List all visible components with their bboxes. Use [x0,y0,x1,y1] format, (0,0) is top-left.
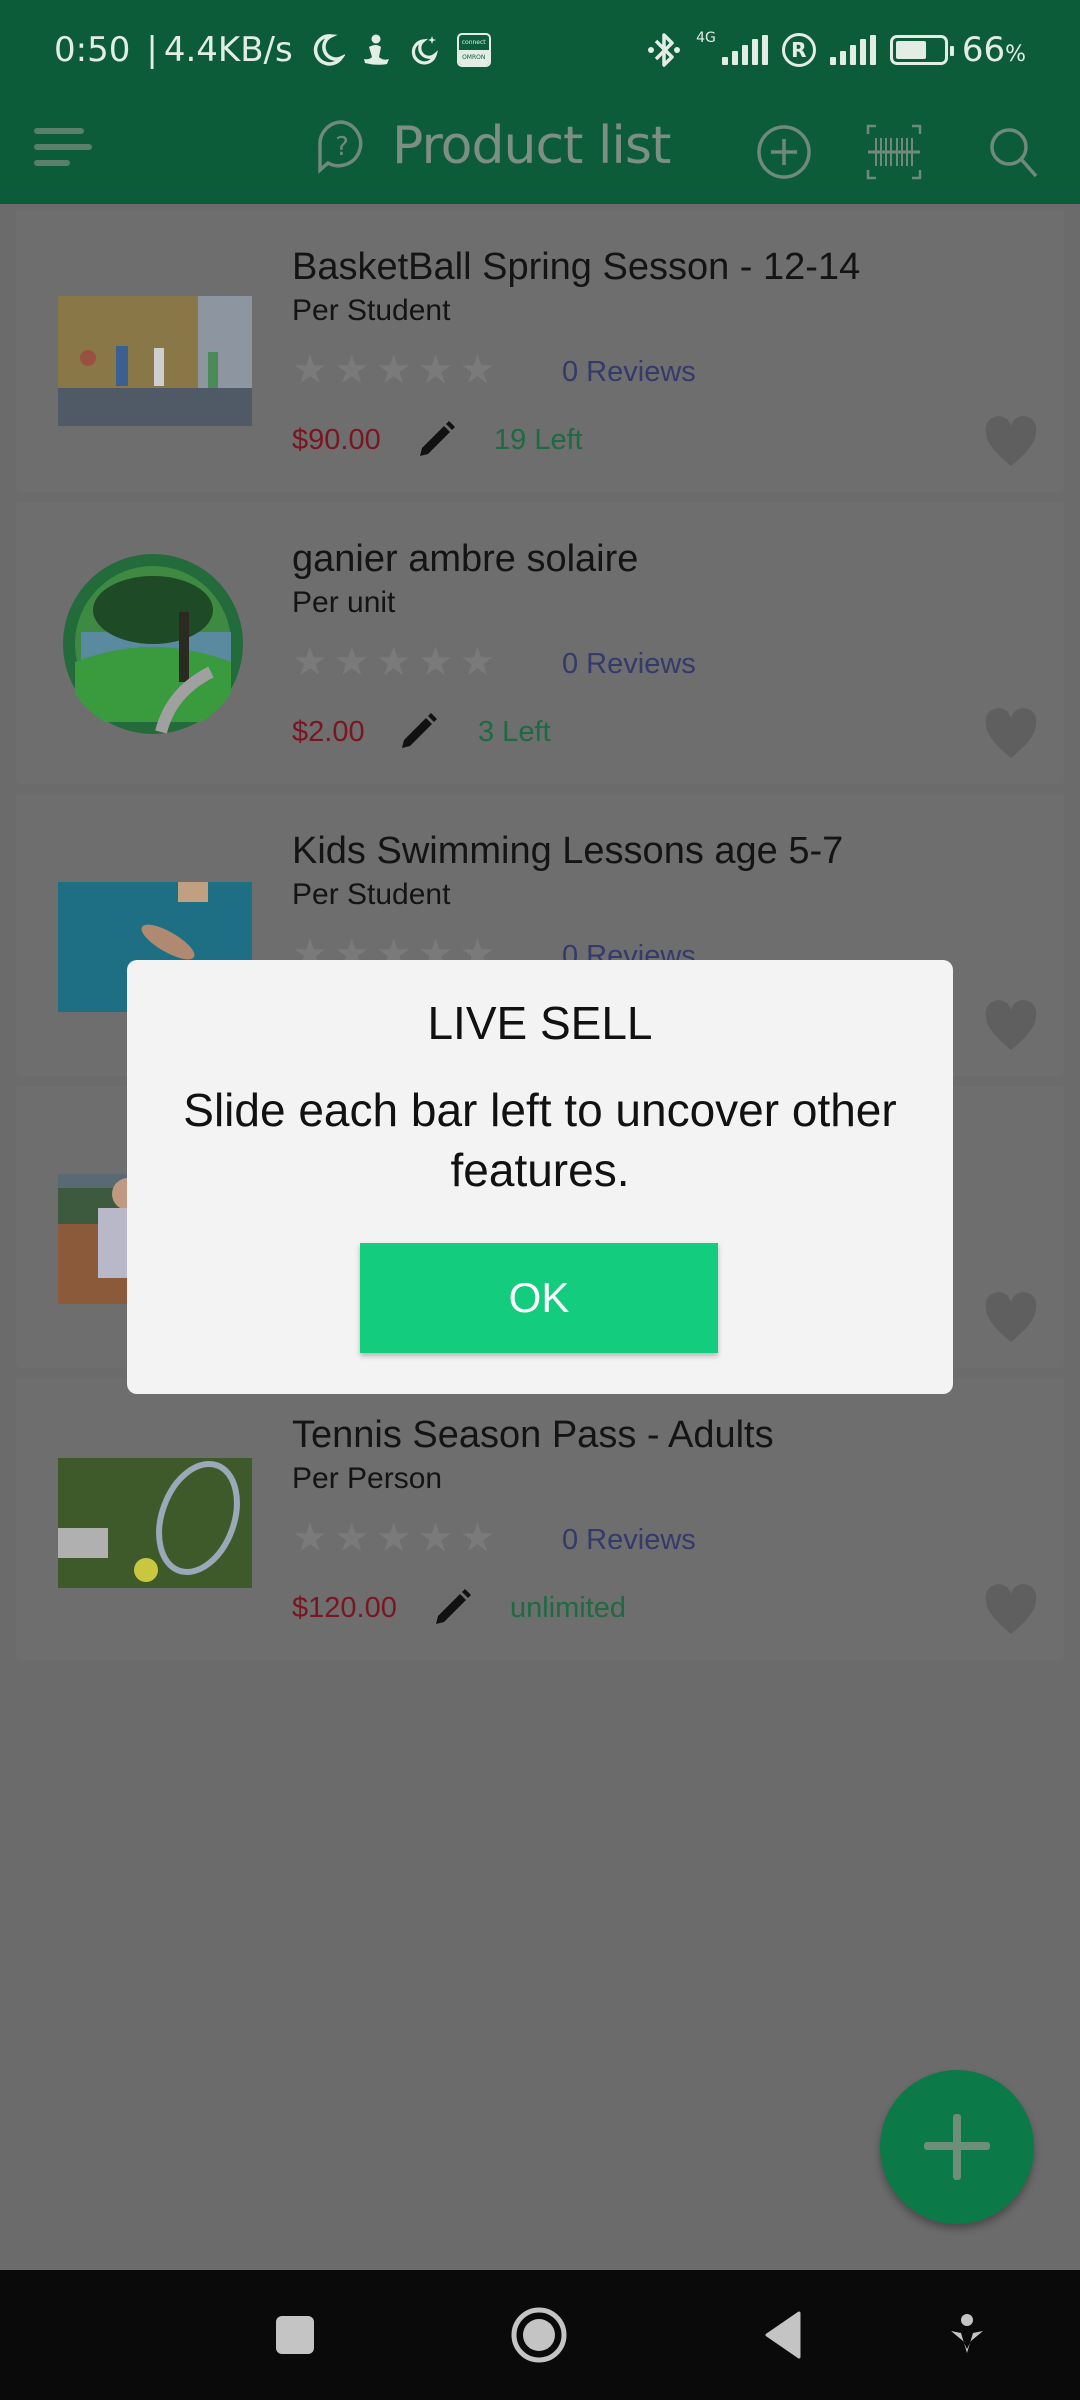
rating-stars: ★ ★ ★ ★ ★ [292,350,495,390]
favorite-heart-icon[interactable] [984,1000,1038,1052]
stock-left: 3 Left [478,716,551,748]
star-icon: ★ [333,640,370,684]
recents-button[interactable] [260,2300,330,2370]
add-product-fab[interactable] [880,2070,1034,2224]
battery-percent: 66% [962,30,1026,70]
rating-stars: ★ ★ ★ ★ ★ [292,1518,495,1558]
product-price: $2.00 [292,716,365,748]
svg-text:?: ? [335,132,349,162]
favorite-heart-icon[interactable] [984,708,1038,760]
network-type: 4G [696,30,716,46]
status-time: 0:50 [54,30,131,70]
favorite-heart-icon[interactable] [984,1584,1038,1636]
bluetooth-icon [648,33,681,67]
product-card[interactable]: Tennis Season Pass - Adults Per Person ★… [16,1378,1064,1660]
system-nav-bar [0,2270,1080,2400]
product-card[interactable]: BasketBall Spring Sesson - 12-14 Per Stu… [16,210,1064,492]
moon-icon [313,34,345,66]
star-icon: ★ [459,348,496,392]
favorite-heart-icon[interactable] [984,416,1038,468]
accessibility-icon [951,2314,983,2353]
omron-bottom-label: OMRON [458,50,489,65]
signal-4g-icon [721,35,768,65]
edit-pencil-icon[interactable] [414,418,458,462]
night-mode-icon [411,36,438,65]
battery-pct-sign: % [1005,42,1026,67]
star-icon: ★ [417,348,454,392]
product-price: $90.00 [292,424,381,456]
product-name: BasketBall Spring Sesson - 12-14 [292,246,861,288]
meditation-icon [363,34,389,65]
rating-stars: ★ ★ ★ ★ ★ [292,642,495,682]
accessibility-button[interactable] [932,2300,1002,2370]
dialog-message: Slide each bar left to uncover other fea… [183,1084,897,1196]
barcode-scan-icon[interactable] [864,122,924,182]
status-separator: | [146,30,158,70]
search-icon[interactable] [984,122,1044,182]
product-unit: Per unit [292,586,396,619]
signal-icon [829,35,876,65]
star-icon: ★ [375,1516,412,1560]
reviews-link[interactable]: 0 Reviews [562,648,696,681]
product-name: Kids Swimming Lessons age 5-7 [292,830,844,872]
reviews-link[interactable]: 0 Reviews [562,356,696,389]
star-icon: ★ [292,348,328,392]
product-unit: Per Student [292,294,451,327]
roaming-icon: R [781,33,816,67]
star-icon: ★ [459,1516,496,1560]
product-price: $120.00 [292,1592,397,1624]
menu-button[interactable] [34,128,94,178]
app-bar: ? Product list [0,102,1080,204]
star-icon: ★ [459,640,496,684]
battery-pct-value: 66 [961,30,1006,70]
battery-level [895,41,927,59]
recents-icon [276,2316,314,2354]
add-circle-icon[interactable] [754,122,814,182]
page-title: Product list [392,116,671,176]
status-bar: 0:50 | 4.4KB/s connect OMRON 4G R 66% [0,0,1080,102]
star-icon: ★ [292,640,328,684]
back-button[interactable] [748,2300,818,2370]
net-speed: 4.4KB/s [163,30,293,70]
help-icon[interactable]: ? [314,118,370,174]
product-name: Tennis Season Pass - Adults [292,1414,774,1456]
product-card[interactable]: ganier ambre solaire Per unit ★ ★ ★ ★ ★ 0 Re… [16,502,1064,784]
omron-connect-icon: connect OMRON [456,33,491,67]
stock-left: unlimited [510,1592,627,1624]
product-name: ganier ambre solaire [292,538,639,580]
star-icon: ★ [333,348,370,392]
live-sell-dialog: LIVE SELL Slide each bar left to uncover… [127,960,953,1394]
tennis-racket-photo [58,1458,252,1588]
star-icon: ★ [375,640,412,684]
reviews-link[interactable]: 0 Reviews [562,1524,696,1557]
product-list: BasketBall Spring Sesson - 12-14 Per Stu… [16,210,1064,1670]
ok-button[interactable]: OK [360,1243,718,1353]
star-icon: ★ [292,1516,328,1560]
star-icon: ★ [333,1516,370,1560]
basketball-photo [58,296,252,426]
live-play-enrich-logo [63,554,243,734]
back-icon [765,2311,801,2359]
star-icon: ★ [375,348,412,392]
dialog-title: LIVE SELL [427,997,653,1049]
product-unit: Per Person [292,1462,443,1495]
favorite-heart-icon[interactable] [984,1292,1038,1344]
home-icon [511,2307,567,2363]
home-button[interactable] [504,2300,574,2370]
battery-icon [889,35,954,65]
edit-pencil-icon[interactable] [396,710,440,754]
star-icon: ★ [417,1516,454,1560]
star-icon: ★ [417,640,454,684]
omron-top-label: connect [461,39,486,46]
edit-pencil-icon[interactable] [430,1586,474,1630]
product-unit: Per Student [292,878,451,911]
stock-left: 19 Left [494,424,583,456]
